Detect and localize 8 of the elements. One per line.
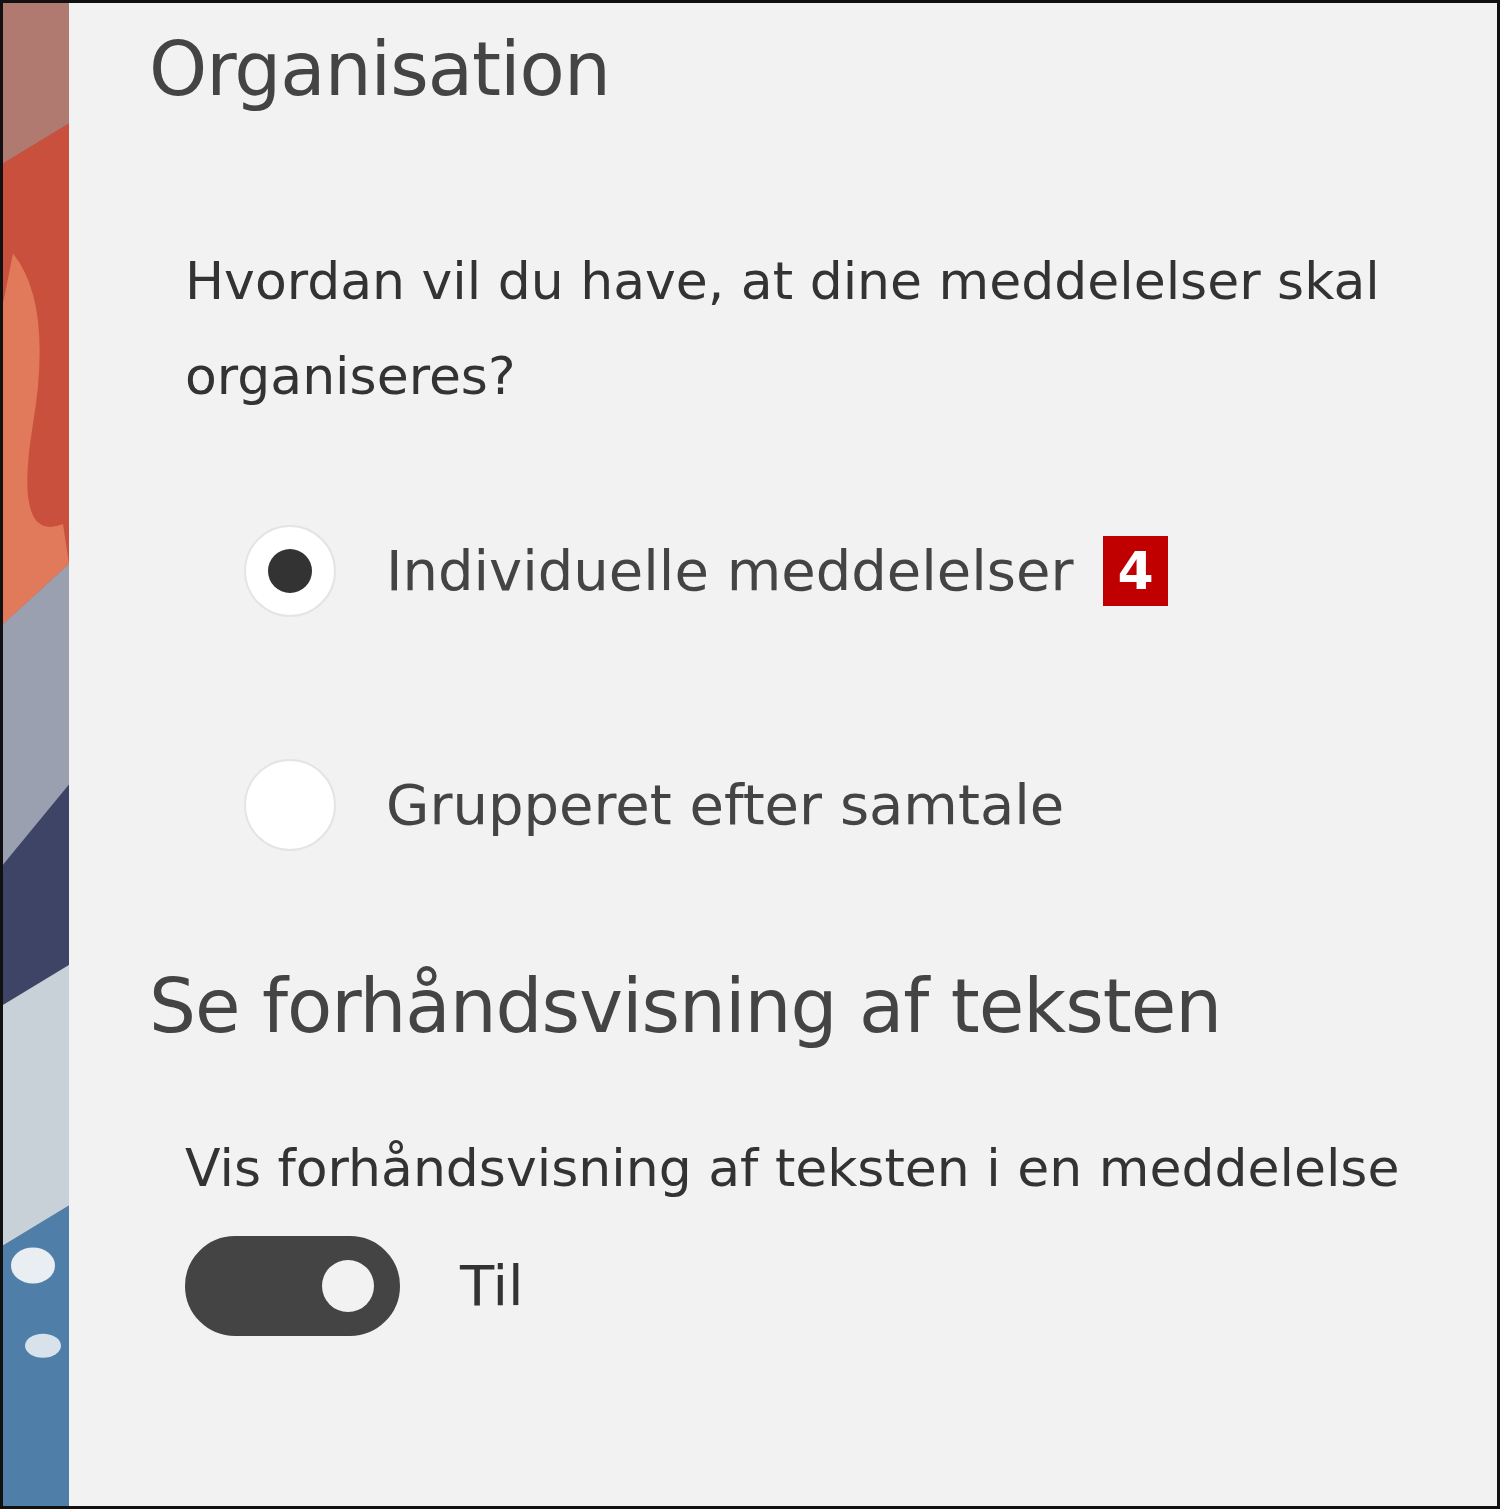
question-text: Hvordan vil du have, at dine meddelelser skal organiseres? [184,249,1381,408]
section-heading: Se forhåndsvisning af teksten [149,961,1223,1051]
radio-label: Grupperet efter samtale [386,772,1065,838]
description-text: Vis forhåndsvisning af teksten i en meddelelse [184,1136,1401,1200]
count-badge: 4 [1103,535,1168,606]
section-heading: Organisation [149,25,611,114]
toggle-label: Til [460,1253,524,1319]
radio-label: Individuelle meddelelser [386,538,1074,604]
